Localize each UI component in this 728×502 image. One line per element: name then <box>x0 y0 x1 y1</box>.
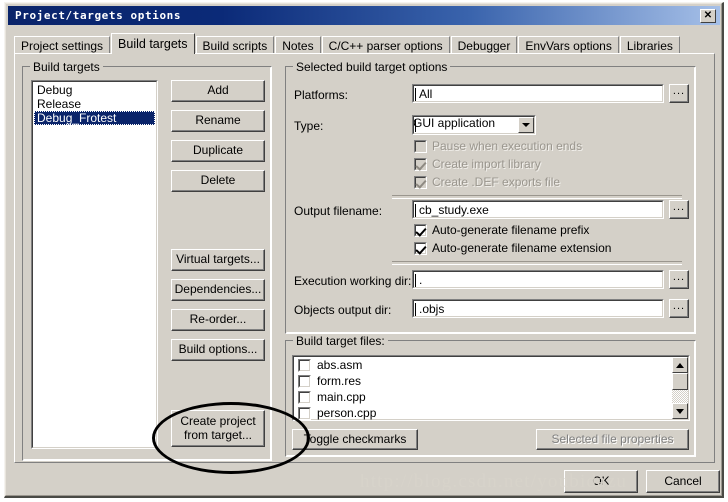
tab-build-targets[interactable]: Build targets <box>111 33 195 54</box>
list-item[interactable]: Debug_Frotest <box>34 111 155 125</box>
chevron-down-icon[interactable] <box>518 117 534 133</box>
list-item[interactable]: Release <box>34 97 155 111</box>
type-label: Type: <box>294 119 324 133</box>
objects-output-dir-browse-button[interactable]: ... <box>669 299 689 318</box>
checkbox-pause-when-execution-ends[interactable]: Pause when execution ends <box>414 139 582 153</box>
objects-output-dir-input[interactable]: .objs <box>412 299 664 318</box>
build-target-files-group-title: Build target files: <box>293 334 388 348</box>
list-item[interactable]: form.res <box>295 373 669 389</box>
output-filename-input[interactable]: cb_study.exe <box>412 200 664 219</box>
checkbox-auto-generate-filename-extension[interactable]: Auto-generate filename extension <box>414 241 611 255</box>
checkbox-label: Pause when execution ends <box>432 139 583 153</box>
text-caret <box>415 303 416 316</box>
execution-working-dir-input[interactable]: . <box>412 270 664 289</box>
execution-working-dir-browse-button[interactable]: ... <box>669 270 689 289</box>
add-target-button[interactable]: Add <box>171 80 265 102</box>
platforms-input[interactable]: All <box>412 84 664 103</box>
toggle-checkmarks-button[interactable]: Toggle checkmarks <box>292 429 418 450</box>
list-item[interactable]: Debug <box>34 83 155 97</box>
ok-button[interactable]: OK <box>564 470 638 493</box>
checkbox-create-def-exports-file[interactable]: Create .DEF exports file <box>414 175 560 189</box>
create-project-from-target-button[interactable]: Create project from target... <box>171 410 265 447</box>
build-targets-listbox[interactable]: Debug Release Debug_Frotest <box>31 80 158 449</box>
text-caret <box>415 88 416 101</box>
tab-envvars-options[interactable]: EnvVars options <box>518 36 619 54</box>
platforms-label: Platforms: <box>294 88 349 102</box>
dependencies-button[interactable]: Dependencies... <box>171 279 265 301</box>
file-name: form.res <box>317 374 362 388</box>
build-target-files-listbox[interactable]: abs.asm form.res main.cpp person.cpp <box>292 355 690 421</box>
checkbox-box <box>414 139 427 153</box>
platforms-browse-button[interactable]: ... <box>669 84 689 103</box>
checkbox-label: Auto-generate filename extension <box>432 241 612 255</box>
tab-strip: Project settings Build targets Build scr… <box>14 33 714 54</box>
virtual-targets-button[interactable]: Virtual targets... <box>171 249 265 271</box>
checkbox-auto-generate-filename-prefix[interactable]: Auto-generate filename prefix <box>414 223 589 237</box>
checkbox-label: Auto-generate filename prefix <box>432 223 590 237</box>
checkbox-label: Create import library <box>432 157 541 171</box>
duplicate-target-button[interactable]: Duplicate <box>171 140 265 162</box>
build-options-button[interactable]: Build options... <box>171 339 265 361</box>
objects-output-dir-value: .objs <box>419 302 445 316</box>
scrollbar-thumb[interactable] <box>672 373 688 390</box>
file-name: person.cpp <box>317 406 377 420</box>
output-filename-browse-button[interactable]: ... <box>669 200 689 219</box>
divider <box>392 195 682 199</box>
rename-target-button[interactable]: Rename <box>171 110 265 132</box>
tab-cpp-parser-options[interactable]: C/C++ parser options <box>321 36 450 54</box>
list-item[interactable]: abs.asm <box>295 357 669 373</box>
close-icon[interactable]: ✕ <box>700 8 716 23</box>
scroll-up-icon[interactable] <box>672 357 688 373</box>
checkbox-box <box>414 241 427 255</box>
text-caret <box>415 204 416 217</box>
checkbox-box[interactable] <box>298 406 311 420</box>
delete-target-button[interactable]: Delete <box>171 170 265 192</box>
checkbox-create-import-library[interactable]: Create import library <box>414 157 541 171</box>
build-targets-group: Build targets Debug Release Debug_Frotes… <box>22 60 272 461</box>
divider <box>392 261 682 265</box>
tab-build-scripts[interactable]: Build scripts <box>195 36 275 54</box>
checkbox-box[interactable] <box>298 390 311 404</box>
tab-debugger[interactable]: Debugger <box>450 36 518 54</box>
selected-build-target-options-group: Selected build target options Platforms:… <box>285 60 696 334</box>
listbox-inner-border <box>32 81 157 448</box>
tab-notes[interactable]: Notes <box>275 36 321 54</box>
objects-output-dir-label: Objects output dir: <box>294 303 392 317</box>
checkbox-box <box>414 223 427 237</box>
list-item[interactable]: main.cpp <box>295 389 669 405</box>
re-order-button[interactable]: Re-order... <box>171 309 265 331</box>
platforms-value: All <box>419 87 433 101</box>
execution-working-dir-label: Execution working dir: <box>294 274 412 288</box>
build-target-files-group: Build target files: abs.asm form.res mai… <box>285 334 696 457</box>
type-value: GUI application <box>413 116 496 130</box>
checkbox-box <box>414 175 427 189</box>
checkbox-box[interactable] <box>298 374 311 388</box>
file-name: abs.asm <box>317 358 363 372</box>
text-caret <box>415 119 416 132</box>
execution-working-dir-value: . <box>419 273 423 287</box>
tab-libraries[interactable]: Libraries <box>619 36 680 54</box>
tab-project-settings[interactable]: Project settings <box>14 36 111 54</box>
file-name: main.cpp <box>317 390 366 404</box>
output-filename-value: cb_study.exe <box>419 203 489 217</box>
list-item[interactable]: person.cpp <box>295 405 669 421</box>
options-group-title: Selected build target options <box>293 60 451 74</box>
title-bar: Project/targets options ✕ <box>8 6 720 25</box>
text-caret <box>415 274 416 287</box>
window-title: Project/targets options <box>15 9 182 22</box>
scrollbar-track[interactable] <box>672 390 688 403</box>
files-list-scrollbar[interactable] <box>672 357 688 419</box>
checkbox-box <box>414 157 427 171</box>
checkbox-box[interactable] <box>298 358 311 372</box>
dialog-window: Project/targets options ✕ Project settin… <box>4 2 724 498</box>
selected-file-properties-button[interactable]: Selected file properties <box>536 429 689 450</box>
checkbox-label: Create .DEF exports file <box>432 175 561 189</box>
cancel-button[interactable]: Cancel <box>646 470 720 493</box>
scroll-down-icon[interactable] <box>672 403 688 419</box>
output-filename-label: Output filename: <box>294 204 383 218</box>
build-targets-group-title: Build targets <box>30 60 103 74</box>
type-dropdown[interactable]: GUI application <box>412 115 536 135</box>
